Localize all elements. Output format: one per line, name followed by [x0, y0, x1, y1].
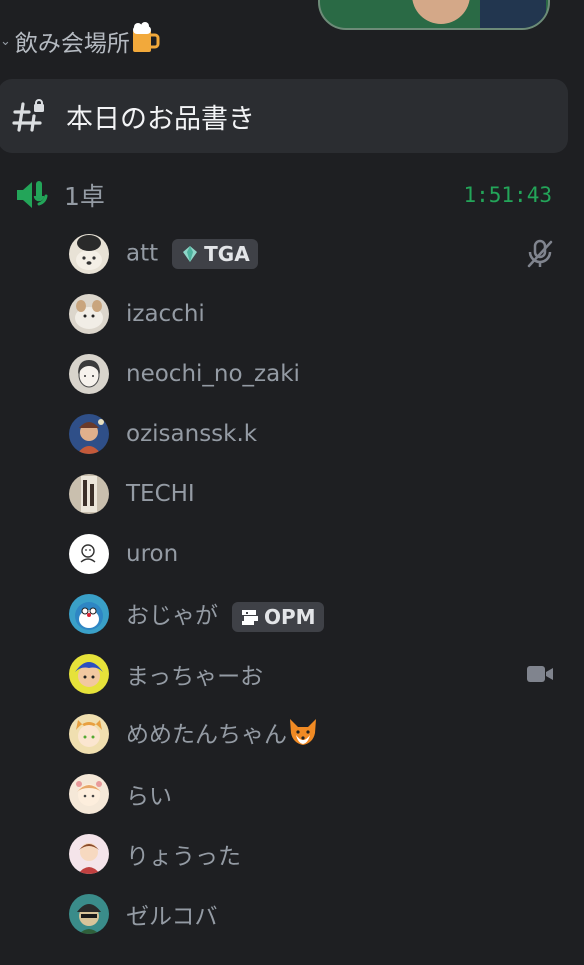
avatar	[69, 774, 109, 814]
preview-person	[412, 0, 470, 24]
avatar	[69, 294, 109, 334]
avatar	[69, 894, 109, 934]
member-name: TECHI	[126, 481, 195, 507]
member-name: att	[126, 240, 159, 267]
avatar	[69, 234, 109, 274]
voice-channel-timer: 1:51:43	[463, 183, 552, 207]
avatar	[69, 594, 109, 634]
guild-tag[interactable]: TGA	[172, 239, 258, 269]
speaker-icon	[17, 181, 48, 208]
fox-emoji	[287, 717, 319, 753]
avatar	[69, 354, 109, 394]
voice-member[interactable]: neochi_no_zaki	[0, 344, 584, 404]
member-name: ozisanssk.k	[126, 421, 258, 447]
voice-member[interactable]: おじゃが OPM	[0, 584, 584, 644]
member-name: ゼルコバ	[126, 904, 218, 930]
member-row-label: おじゃが OPM	[126, 596, 324, 632]
text-channel-item[interactable]: 本日のお品書き	[0, 79, 568, 153]
stream-preview-thumbnail[interactable]	[318, 0, 550, 30]
voice-member[interactable]: izacchi	[0, 284, 584, 344]
member-name: めめたんちゃん	[126, 721, 287, 748]
voice-member[interactable]: att TGA	[0, 224, 584, 284]
category-header[interactable]: ⌄ 飲み会場所	[0, 22, 160, 60]
member-row-label: att TGA	[126, 239, 258, 269]
member-row-label: めめたんちゃん	[126, 715, 319, 754]
video-camera-icon	[527, 666, 553, 682]
member-name: まっちゃーお	[126, 664, 264, 690]
stack-icon	[242, 609, 258, 625]
avatar	[69, 474, 109, 514]
voice-member-list: att TGA izacchi neochi_no_zaki ozisanssk.…	[0, 224, 584, 944]
avatar	[69, 534, 109, 574]
voice-member[interactable]: りょうった	[0, 824, 584, 884]
voice-member[interactable]: ozisanssk.k	[0, 404, 584, 464]
voice-member[interactable]: uron	[0, 524, 584, 584]
text-channel-locked-icon	[12, 99, 44, 132]
member-name: uron	[126, 541, 179, 567]
voice-channel-name: 1卓	[64, 182, 105, 211]
beer-emoji	[130, 22, 160, 60]
chevron-down-icon: ⌄	[0, 33, 11, 49]
text-channel-name: 本日のお品書き	[66, 103, 255, 135]
voice-member[interactable]: らい	[0, 764, 584, 824]
member-name: おじゃが	[126, 603, 218, 630]
avatar	[69, 654, 109, 694]
avatar	[69, 834, 109, 874]
guild-tag[interactable]: OPM	[232, 601, 324, 632]
guild-tag-label: TGA	[204, 242, 250, 266]
voice-member[interactable]: めめたんちゃん	[0, 704, 584, 764]
voice-channel-item[interactable]: 1卓 1:51:43	[0, 170, 584, 220]
guild-tag-label: OPM	[264, 604, 316, 629]
voice-member[interactable]: まっちゃーお	[0, 644, 584, 704]
avatar	[69, 714, 109, 754]
voice-member[interactable]: ゼルコバ	[0, 884, 584, 944]
voice-member[interactable]: TECHI	[0, 464, 584, 524]
member-name: りょうった	[126, 844, 241, 870]
member-name: らい	[126, 784, 172, 810]
member-name: neochi_no_zaki	[126, 361, 300, 387]
mic-muted-icon	[527, 239, 553, 268]
member-name: izacchi	[126, 301, 205, 327]
avatar	[69, 414, 109, 454]
crystal-icon	[183, 246, 198, 262]
preview-shirt	[480, 0, 546, 28]
category-name: 飲み会場所	[14, 31, 130, 57]
